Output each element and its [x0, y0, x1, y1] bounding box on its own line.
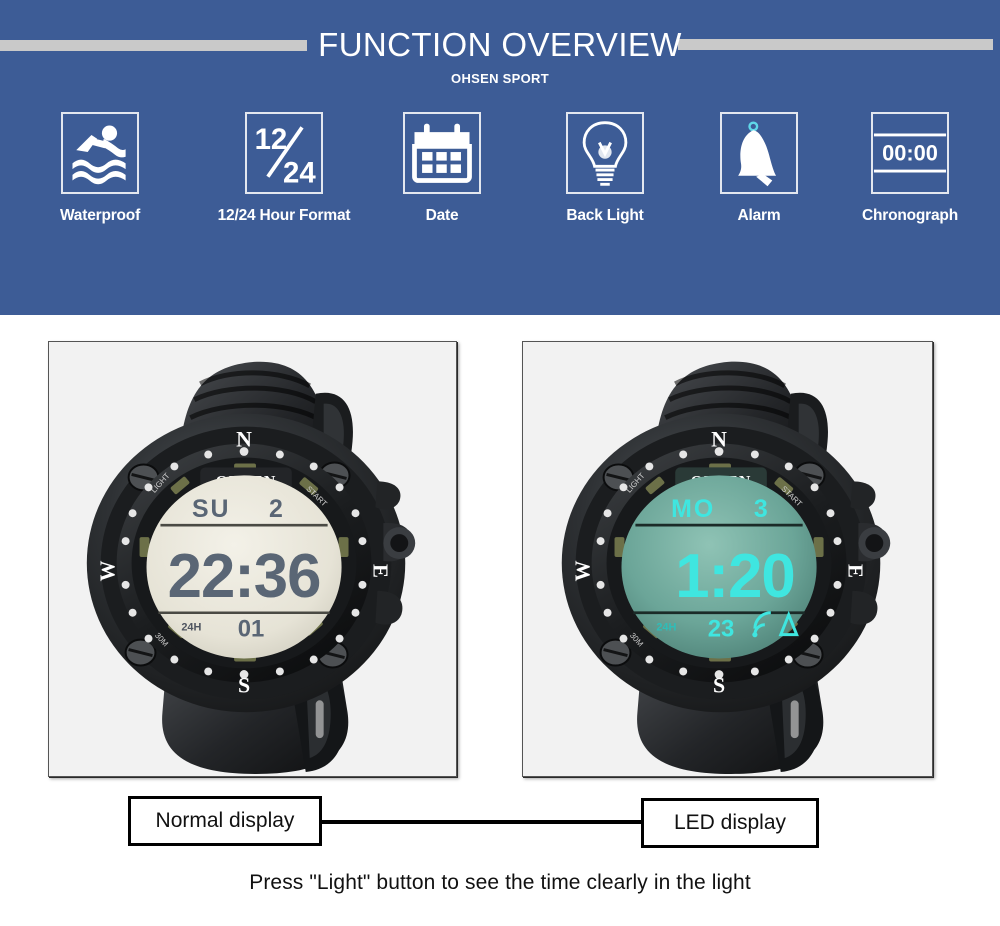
svg-text:S: S: [238, 672, 250, 697]
feature-alarm: Alarm: [690, 112, 828, 225]
feature-hour-format: 12 24 12/24 Hour Format: [190, 112, 378, 225]
swimmer-waves-icon: [61, 112, 139, 194]
feature-label: Back Light: [566, 207, 644, 224]
bell-icon: [720, 112, 798, 194]
feature-list: Waterproof 12 24 12/24 Hour Format Date …: [0, 112, 1000, 247]
page-subtitle: OHSEN SPORT: [451, 71, 549, 86]
svg-text:24H: 24H: [181, 622, 201, 634]
feature-label: Waterproof: [59, 207, 141, 224]
svg-text:E: E: [368, 564, 392, 578]
calendar-icon: [403, 112, 481, 194]
svg-text:SU: SU: [192, 495, 231, 523]
page-caption: Press "Light" button to see the time cle…: [249, 871, 751, 894]
feature-label: Alarm: [737, 207, 781, 224]
svg-text:00:00: 00:00: [882, 141, 938, 166]
feature-label: Chronograph: [862, 207, 958, 224]
lightbulb-icon: [566, 112, 644, 194]
feature-waterproof: Waterproof: [7, 112, 193, 225]
page-title: FUNCTION OVERVIEW: [318, 26, 682, 63]
svg-text:MO: MO: [671, 495, 715, 523]
function-overview-page: FUNCTION OVERVIEW OHSEN SPORT Waterproof: [0, 0, 1000, 926]
svg-text:E: E: [843, 564, 867, 578]
svg-text:W: W: [96, 560, 120, 581]
feature-date: Date: [369, 112, 515, 225]
callout-led-display: LED display: [641, 798, 819, 848]
svg-text:24H: 24H: [656, 622, 676, 634]
feature-back-light: Back Light: [523, 112, 687, 225]
feature-label: Date: [425, 207, 459, 224]
svg-text:22:36: 22:36: [168, 542, 321, 611]
callout-normal-display: Normal display: [128, 796, 322, 846]
svg-text:W: W: [571, 560, 595, 581]
twelve-twentyfour-icon: 12 24: [245, 112, 323, 194]
header-banner: FUNCTION OVERVIEW OHSEN SPORT Waterproof: [0, 0, 1000, 315]
svg-text:3: 3: [754, 495, 768, 523]
svg-text:N: N: [711, 427, 727, 452]
svg-text:01: 01: [238, 616, 265, 643]
svg-text:N: N: [236, 427, 252, 452]
chronograph-icon: 00:00: [871, 112, 949, 194]
callout-connector-line: [322, 820, 641, 824]
feature-label: 12/24 Hour Format: [217, 207, 351, 224]
watch-normal-illustration: N E S W LIGHT START 30M RESET OHSEN SU 2…: [49, 342, 456, 776]
svg-text:12: 12: [255, 123, 288, 156]
svg-text:24: 24: [283, 156, 316, 189]
svg-text:23: 23: [708, 616, 735, 643]
svg-text:1:20: 1:20: [675, 542, 795, 611]
feature-chronograph: 00:00 Chronograph: [828, 112, 992, 225]
svg-text:2: 2: [269, 495, 283, 523]
led-display-photo: N E S W LIGHT START 30M RESET OHSEN MO 3…: [522, 341, 933, 777]
normal-display-photo: N E S W LIGHT START 30M RESET OHSEN SU 2…: [48, 341, 457, 777]
watch-led-illustration: N E S W LIGHT START 30M RESET OHSEN MO 3…: [523, 342, 932, 776]
svg-text:S: S: [713, 672, 725, 697]
